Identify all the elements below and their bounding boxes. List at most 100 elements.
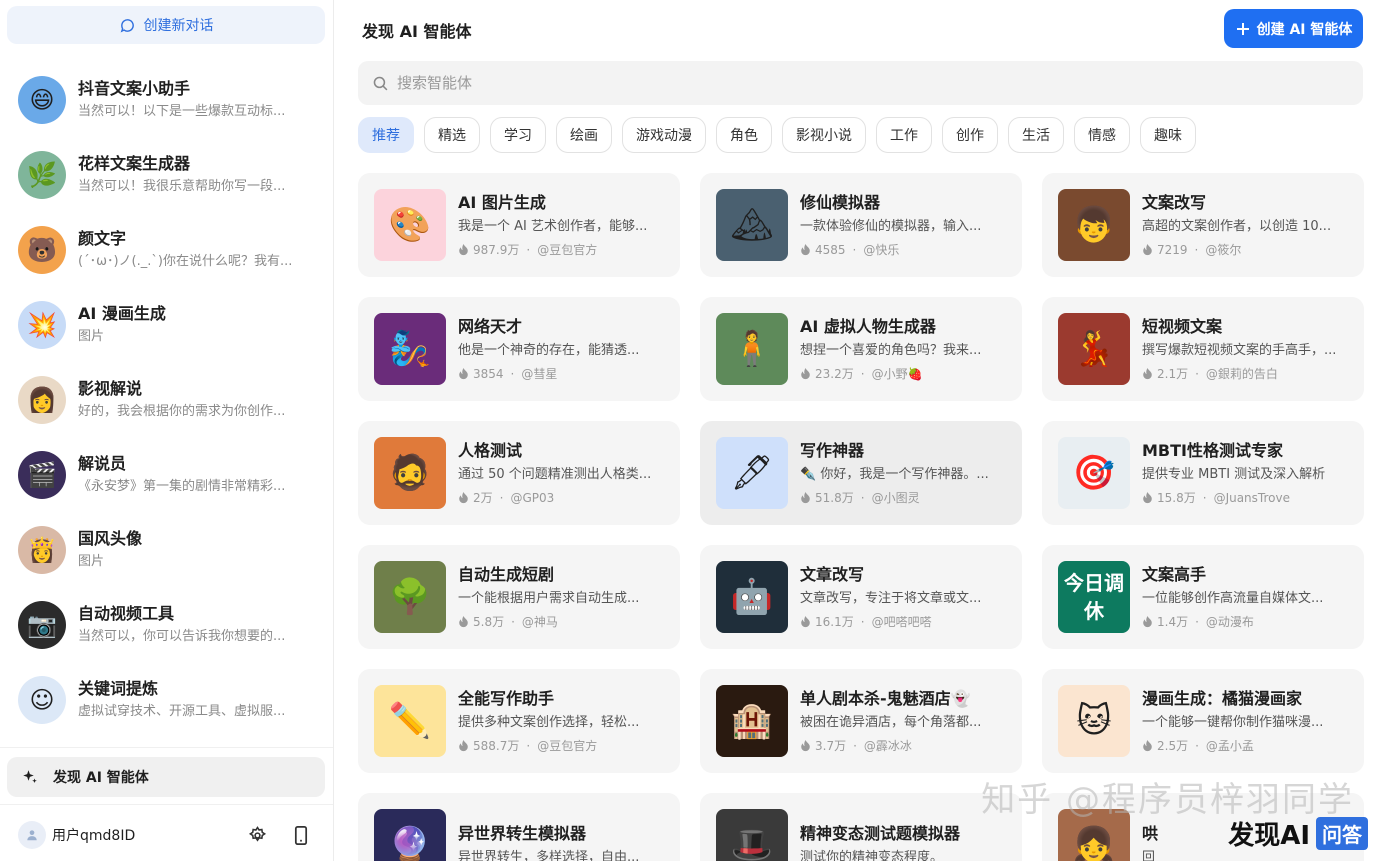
tab-5[interactable]: 角色 xyxy=(716,117,772,153)
separator-dot: · xyxy=(1195,366,1199,381)
chat-list-item[interactable]: ☺ 关键词提炼 虚拟试穿技术、开源工具、虚拟服... xyxy=(0,662,333,737)
agent-card[interactable]: 🌳 自动生成短剧 一个能根据用户需求自动生成... 5.8万 · @神马 xyxy=(358,545,680,649)
agent-description: 我是一个 AI 艺术创作者，能够... xyxy=(458,219,648,234)
tab-6[interactable]: 影视小说 xyxy=(782,117,866,153)
fire-icon xyxy=(801,739,810,751)
usage-count: 7219 xyxy=(1157,242,1188,257)
author: @孟小孟 xyxy=(1205,739,1254,753)
agent-card[interactable]: 💃 短视频文案 撰写爆款短视频文案的手高手，... 2.1万 · @銀莉的告白 xyxy=(1042,297,1364,401)
usage-count: 51.8万 xyxy=(815,491,854,505)
chat-list-item[interactable]: 🎬 解说员 《永安梦》第一集的剧情非常精彩... xyxy=(0,437,333,512)
chat-list-item[interactable]: 🐻 颜文字 (´･ω･)ノ(._.`)你在说什么呢？我有... xyxy=(0,212,333,287)
card-meta: 2万 · @GP03 xyxy=(458,489,666,506)
tab-0[interactable]: 推荐 xyxy=(358,117,414,153)
agent-title: 网络天才 xyxy=(458,317,523,336)
fire-icon xyxy=(801,243,810,255)
agent-card[interactable]: 🎨 AI 图片生成 我是一个 AI 艺术创作者，能够... 987.9万 · @豆包官方 xyxy=(358,173,680,277)
thumbnail-glyph: 🖋 xyxy=(730,453,774,493)
chat-preview: 好的，我会根据你的需求为你创作... xyxy=(78,404,286,419)
card-meta: 2.5万 · @孟小孟 xyxy=(1142,737,1350,754)
agent-card[interactable]: 🎩 精神变态测试题模拟器 测试你的精神变态程度。 xyxy=(700,793,1022,861)
user-icon xyxy=(27,830,37,841)
tab-2[interactable]: 学习 xyxy=(490,117,546,153)
tab-3[interactable]: 绘画 xyxy=(556,117,612,153)
chat-list-item[interactable]: 🌿 花样文案生成器 当然可以！我很乐意帮助你写一段... xyxy=(0,137,333,212)
fire-icon xyxy=(1143,243,1152,255)
agent-title: 异世界转生模拟器 xyxy=(458,824,587,843)
user-avatar[interactable] xyxy=(18,821,46,849)
tab-10[interactable]: 情感 xyxy=(1074,117,1130,153)
agent-thumbnail: 今日调休 xyxy=(1058,561,1130,633)
separator-dot: · xyxy=(860,490,865,505)
author: @吧嗒吧嗒 xyxy=(871,615,932,629)
settings-button[interactable] xyxy=(246,824,268,846)
agent-card[interactable]: 🐱 漫画生成：橘猫漫画家 一个能够一键帮你制作猫咪漫... 2.5万 · @孟小孟 xyxy=(1042,669,1364,773)
agent-card[interactable]: 🤖 文章改写 文章改写，专注于将文章或文... 16.1万 · @吧嗒吧嗒 xyxy=(700,545,1022,649)
author: @神马 xyxy=(521,615,558,629)
thumbnail-glyph: 🏔 xyxy=(730,205,774,245)
brand-logo: 发现AI 问答 xyxy=(1228,813,1368,853)
separator-dot: · xyxy=(860,366,865,381)
new-chat-button[interactable]: 创建新对话 xyxy=(7,6,325,44)
agent-card[interactable]: 🧞 网络天才 他是一个神奇的存在，能猜透... 3854 · @彗星 xyxy=(358,297,680,401)
thumbnail-glyph: 🎨 xyxy=(388,205,432,245)
agent-card[interactable]: 今日调休 文案高手 一位能够创作高流量自媒体文... 1.4万 · @动漫布 xyxy=(1042,545,1364,649)
separator-dot: · xyxy=(852,242,857,257)
user-row: 用户qmd8ID xyxy=(18,820,318,850)
chat-list-item[interactable]: 😄 抖音文案小助手 当然可以！以下是一些爆款互动标... xyxy=(0,62,333,137)
agent-card[interactable]: 🧍 AI 虚拟人物生成器 想捏一个喜爱的角色吗？我来... 23.2万 · @小野🍓 xyxy=(700,297,1022,401)
agent-card[interactable]: 🔮 异世界转生模拟器 异世界转生，多样选择，自由... xyxy=(358,793,680,861)
tab-11[interactable]: 趣味 xyxy=(1140,117,1196,153)
chat-list-item[interactable]: 👸 国风头像 图片 xyxy=(0,512,333,587)
agent-thumbnail: 🤖 xyxy=(716,561,788,633)
avatar-glyph: 🌿 xyxy=(27,160,57,189)
thumbnail-glyph: 🎯 xyxy=(1072,453,1116,493)
divider xyxy=(0,747,333,748)
chat-list-item[interactable]: 👩 影视解说 好的，我会根据你的需求为你创作... xyxy=(0,362,333,437)
avatar-glyph: 📷 xyxy=(27,610,57,639)
card-meta: 2.1万 · @銀莉的告白 xyxy=(1142,365,1350,382)
search-icon xyxy=(373,76,388,90)
usage-count: 2万 xyxy=(473,491,493,505)
brand-badge: 问答 xyxy=(1316,816,1368,850)
agent-card[interactable]: 👦 文案改写 高超的文案创作者，以创造 10... 7219 · @筱尔 xyxy=(1042,173,1364,277)
agent-card[interactable]: 🧔 人格测试 通过 50 个问题精准测出人格类... 2万 · @GP03 xyxy=(358,421,680,525)
usage-count: 2.5万 xyxy=(1157,739,1189,753)
agent-card[interactable]: 🎯 MBTI性格测试专家 提供专业 MBTI 测试及深入解析 15.8万 · @Juans… xyxy=(1042,421,1364,525)
tab-9[interactable]: 生活 xyxy=(1008,117,1064,153)
agent-card[interactable]: ✏️ 全能写作助手 提供多种文案创作选择，轻松... 588.7万 · @豆包官方 xyxy=(358,669,680,773)
mobile-app-button[interactable] xyxy=(290,824,312,846)
agent-thumbnail: 🏔 xyxy=(716,189,788,261)
user-name[interactable]: 用户qmd8ID xyxy=(52,825,135,845)
create-agent-button[interactable]: 创建 AI 智能体 xyxy=(1224,9,1363,48)
agent-thumbnail: 💃 xyxy=(1058,313,1130,385)
agent-thumbnail: 🐱 xyxy=(1058,685,1130,757)
card-meta: 16.1万 · @吧嗒吧嗒 xyxy=(800,613,1008,630)
agent-description: 提供多种文案创作选择，轻松... xyxy=(458,715,640,730)
chat-preview: 虚拟试穿技术、开源工具、虚拟服... xyxy=(78,704,286,719)
chat-title: 颜文字 xyxy=(78,229,127,248)
agent-card[interactable]: 🏨 单人剧本杀-鬼魅酒店👻 被困在诡异酒店，每个角落都... 3.7万 · @霹冰冰 xyxy=(700,669,1022,773)
tab-7[interactable]: 工作 xyxy=(876,117,932,153)
tab-4[interactable]: 游戏动漫 xyxy=(622,117,706,153)
search-input[interactable] xyxy=(397,74,1297,92)
agent-description: 高超的文案创作者，以创造 10... xyxy=(1142,219,1332,234)
chat-title: 花样文案生成器 xyxy=(78,154,191,173)
agent-card[interactable]: 🏔 修仙模拟器 一款体验修仙的模拟器，输入... 4585 · @快乐 xyxy=(700,173,1022,277)
fire-icon xyxy=(1143,491,1152,503)
usage-count: 23.2万 xyxy=(815,367,854,381)
agent-title: 精神变态测试题模拟器 xyxy=(800,824,961,843)
chat-list-item[interactable]: 💥 AI 漫画生成 图片 xyxy=(0,287,333,362)
chat-preview: (´･ω･)ノ(._.`)你在说什么呢？我有... xyxy=(78,254,293,269)
agent-card[interactable]: 🖋 写作神器 ✒️ 你好，我是一个写作神器。... 51.8万 · @小图灵 xyxy=(700,421,1022,525)
chat-list-item[interactable]: 📷 自动视频工具 当然可以，你可以告诉我你想要的... xyxy=(0,587,333,662)
tab-1[interactable]: 精选 xyxy=(424,117,480,153)
chat-avatar: 🌿 xyxy=(18,150,66,199)
tab-8[interactable]: 创作 xyxy=(942,117,998,153)
author: @小野🍓 xyxy=(871,367,923,381)
author: @豆包官方 xyxy=(537,739,598,753)
discover-agents-nav[interactable]: 发现 AI 智能体 xyxy=(7,757,325,797)
avatar-glyph: ☺ xyxy=(29,685,55,714)
thumbnail-glyph: 🤖 xyxy=(730,577,774,617)
card-meta: 3854 · @彗星 xyxy=(458,365,666,382)
